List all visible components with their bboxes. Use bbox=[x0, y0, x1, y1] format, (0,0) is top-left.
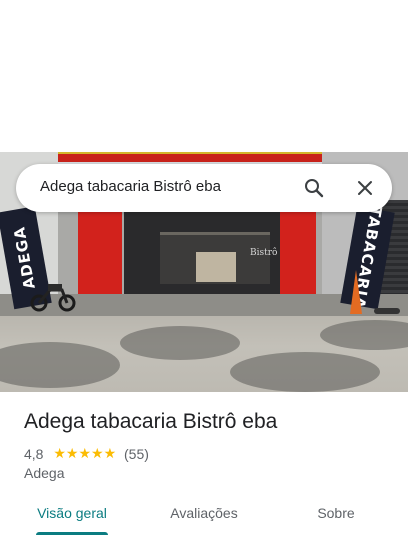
tab-selected-indicator bbox=[36, 532, 108, 535]
photo-tree-shadow bbox=[320, 320, 408, 350]
photo-red-wall-left bbox=[78, 212, 122, 294]
rating-row[interactable]: 4,8 ★★★★★ (55) bbox=[24, 445, 149, 463]
place-title: Adega tabacaria Bistrô eba bbox=[24, 410, 278, 433]
photo-motorcycle bbox=[30, 284, 76, 312]
photo-cone-base bbox=[374, 308, 400, 314]
tab-reviews[interactable]: Avaliações bbox=[156, 494, 252, 538]
close-icon[interactable] bbox=[353, 176, 377, 200]
photo-traffic-cone bbox=[350, 270, 362, 314]
photo-street bbox=[0, 316, 408, 392]
search-icon[interactable] bbox=[302, 176, 326, 200]
blank-header-area bbox=[0, 0, 408, 152]
search-query[interactable]: Adega tabacaria Bistrô eba bbox=[40, 178, 221, 195]
photo-store-sign: Bistrô bbox=[250, 248, 278, 258]
photo-facade-red bbox=[58, 154, 322, 162]
photo-tree-shadow bbox=[230, 352, 380, 392]
tab-about[interactable]: Sobre bbox=[296, 494, 376, 538]
search-bar[interactable]: Adega tabacaria Bistrô eba bbox=[16, 164, 392, 212]
place-tabs: Visão geral Avaliações Sobre bbox=[0, 494, 408, 538]
photo-store-counter bbox=[196, 252, 236, 282]
photo-red-wall-right bbox=[280, 212, 316, 294]
photo-tree-shadow bbox=[120, 326, 240, 360]
review-count[interactable]: (55) bbox=[124, 446, 149, 462]
place-category[interactable]: Adega bbox=[24, 465, 64, 481]
rating-stars-icon: ★★★★★ bbox=[53, 446, 117, 463]
rating-value: 4,8 bbox=[24, 446, 44, 463]
photo-tree-shadow bbox=[0, 342, 120, 388]
